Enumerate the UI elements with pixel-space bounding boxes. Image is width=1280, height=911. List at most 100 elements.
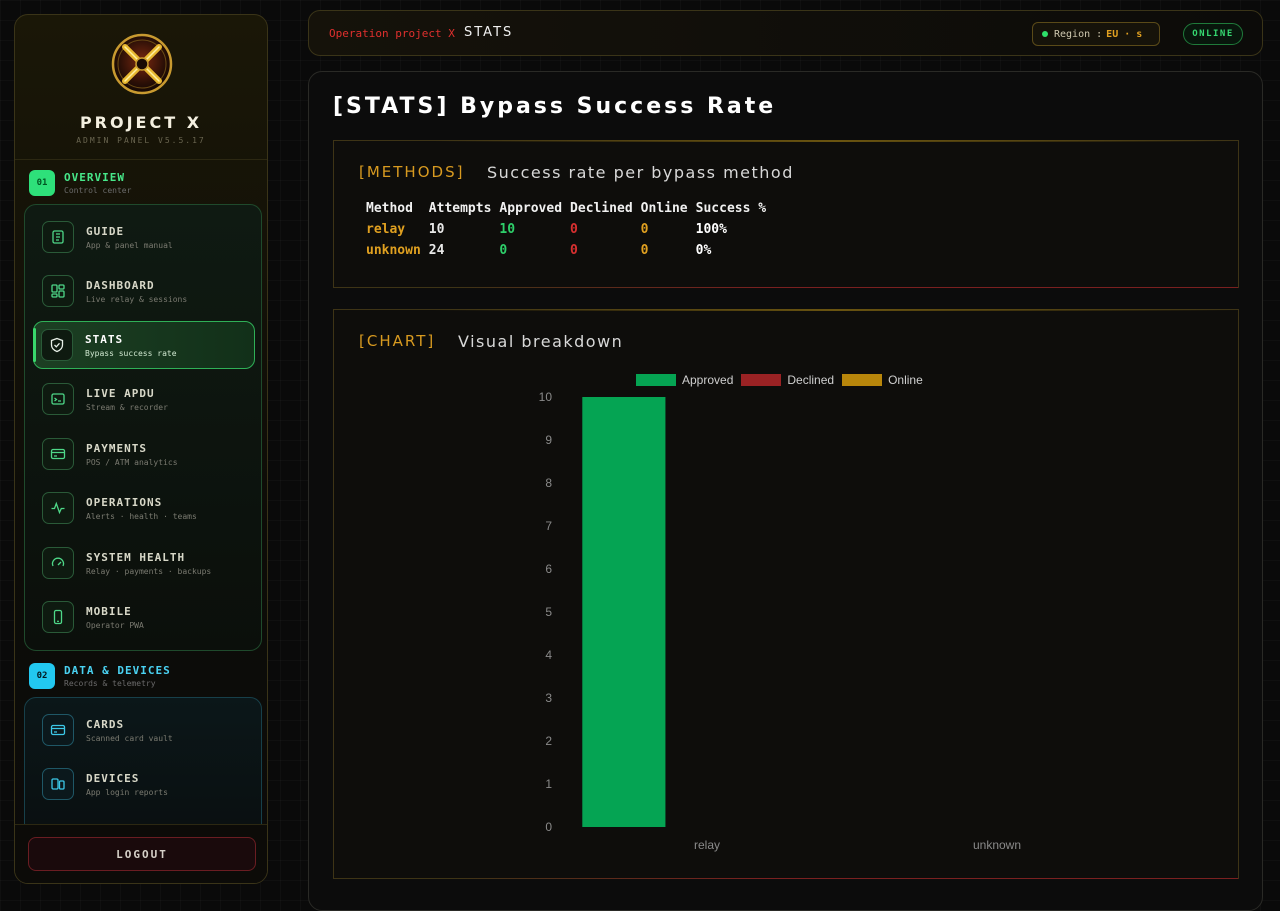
sidebar-item-sub: App & panel manual (86, 240, 173, 250)
panel-title: Success rate per bypass method (487, 163, 794, 182)
sidebar-item-sub: Stream & recorder (86, 402, 168, 412)
sidebar-item-sub: Scanned card vault (86, 733, 173, 743)
region-selector[interactable]: Region : EU · s (1032, 22, 1160, 46)
y-tick-label: 3 (545, 691, 552, 705)
attempts-cell: 24 (428, 243, 445, 258)
method-name: relay (366, 222, 406, 237)
card-icon (42, 714, 74, 746)
table-row: relay 10 10 0 0 100% (362, 219, 770, 240)
sidebar-item-sub: Bypass success rate (85, 348, 177, 358)
panel-tag: [METHODS] (359, 163, 465, 181)
y-tick-label: 1 (545, 777, 552, 791)
region-label: Region : (1054, 28, 1103, 40)
sidebar-item-mobile[interactable]: MOBILE Operator PWA (35, 593, 255, 641)
column-header: Online (640, 201, 688, 216)
logout-button[interactable]: LOGOUT (28, 837, 256, 871)
declined-cell: 0 (570, 243, 578, 258)
brand: PROJECT X ADMIN PANEL V5.5.17 (15, 15, 267, 160)
sidebar-item-label: SYSTEM HEALTH (86, 550, 186, 564)
sidebar-item-system-health[interactable]: SYSTEM HEALTH Relay · payments · backups (35, 539, 255, 587)
sidebar-item-sub: Live relay & sessions (86, 294, 188, 304)
page-title: [STATS] Bypass Success Rate (333, 94, 777, 119)
dashboard-icon (42, 275, 74, 307)
shield-icon (41, 329, 73, 361)
project-x-logo (111, 33, 173, 95)
breadcrumb-page: STATS (464, 25, 514, 40)
sidebar-item-sub: App login reports (86, 787, 168, 797)
main-content: [STATS] Bypass Success Rate [METHODS] Su… (308, 71, 1263, 911)
sidebar-item-cards[interactable]: CARDS Scanned card vault (35, 706, 255, 754)
gauge-icon (42, 547, 74, 579)
table-header-row: Method Attempts Approved Declined Online… (362, 199, 770, 219)
sidebar-item-payments[interactable]: PAYMENTS POS / ATM analytics (35, 430, 255, 478)
status-badge: ONLINE (1183, 23, 1243, 45)
online-cell: 0 (640, 243, 649, 258)
sidebar-item-dashboard[interactable]: DASHBOARD Live relay & sessions (35, 267, 255, 315)
sidebar-item-label: DEVICES (86, 771, 140, 785)
chart-panel: [CHART] Visual breakdown Approved Declin… (333, 309, 1239, 879)
section-badge: 02 (29, 663, 55, 689)
y-tick-label: 10 (539, 390, 553, 404)
declined-cell: 0 (570, 222, 578, 237)
y-tick-label: 6 (545, 562, 552, 576)
y-tick-label: 2 (545, 734, 552, 748)
attempts-cell: 10 (428, 222, 445, 237)
section-title: DATA & DEVICES (64, 664, 171, 677)
brand-version: ADMIN PANEL V5.5.17 (76, 136, 206, 145)
y-tick-label: 4 (545, 648, 552, 662)
methods-table: Method Attempts Approved Declined Online… (362, 199, 770, 261)
table-row: unknown 24 0 0 0 0% (362, 240, 770, 261)
column-header: Success % (695, 201, 767, 216)
sidebar-item-label: LIVE APDU (86, 386, 155, 400)
sidebar-item-label: STATS (85, 332, 124, 346)
sidebar-item-label: OPERATIONS (86, 495, 163, 509)
column-header: Method (366, 201, 413, 216)
success-cell: 100% (695, 222, 727, 237)
sidebar-item-live-apdu[interactable]: LIVE APDU Stream & recorder (35, 375, 255, 423)
sidebar-item-stats[interactable]: STATS Bypass success rate (33, 321, 255, 369)
column-header: Approved (499, 201, 563, 216)
x-tick-label: unknown (973, 838, 1021, 852)
sidebar-item-operations[interactable]: OPERATIONS Alerts · health · teams (35, 484, 255, 532)
top-bar: Operation project X STATS Region : EU · … (308, 10, 1263, 56)
sidebar-item-sub: Alerts · health · teams (86, 511, 197, 521)
sidebar-item-label: GUIDE (86, 224, 125, 238)
sidebar-item-sub: Operator PWA (86, 620, 144, 630)
y-tick-label: 7 (545, 519, 552, 533)
approved-cell: 10 (499, 222, 516, 237)
column-header: Attempts (428, 201, 492, 216)
section-subtitle: Records & telemetry (64, 679, 156, 688)
nav-group-overview: GUIDE App & panel manual DASHBOARD Live … (24, 204, 262, 651)
bar-chart: 0 1 2 3 4 5 6 7 8 9 10 relay unknown (539, 390, 1021, 852)
sidebar-item-label: CARDS (86, 717, 125, 731)
payment-card-icon (42, 438, 74, 470)
sidebar-item-sub: Relay · payments · backups (86, 566, 212, 576)
sidebar-item-label: DASHBOARD (86, 278, 155, 292)
sidebar: PROJECT X ADMIN PANEL V5.5.17 01 OVERVIE… (14, 14, 268, 884)
y-tick-label: 5 (545, 605, 552, 619)
methods-panel: [METHODS] Success rate per bypass method… (333, 140, 1239, 288)
sidebar-item-sub: POS / ATM analytics (86, 457, 178, 467)
success-cell: 0% (695, 243, 712, 258)
section-title: OVERVIEW (64, 171, 125, 184)
brand-name: PROJECT X (79, 113, 203, 132)
section-badge: 01 (29, 170, 55, 196)
sidebar-item-devices[interactable]: DEVICES App login reports (35, 760, 255, 808)
devices-icon (42, 768, 74, 800)
x-tick-label: relay (694, 838, 720, 852)
sidebar-item-label: PAYMENTS (86, 441, 147, 455)
sidebar-item-label: MOBILE (86, 604, 132, 618)
breadcrumb-operation[interactable]: Operation project X (329, 27, 455, 40)
column-header: Declined (570, 201, 633, 216)
book-icon (42, 221, 74, 253)
section-subtitle: Control center (64, 186, 132, 195)
method-name: unknown (366, 243, 421, 258)
pulse-icon (42, 492, 74, 524)
phone-icon (42, 601, 74, 633)
approved-cell: 0 (499, 243, 508, 258)
section-data-devices[interactable]: 02 DATA & DEVICES Records & telemetry (29, 663, 171, 689)
logout-area: LOGOUT (15, 824, 267, 883)
sidebar-item-guide[interactable]: GUIDE App & panel manual (35, 213, 255, 261)
section-overview[interactable]: 01 OVERVIEW Control center (29, 170, 131, 196)
y-tick-label: 0 (545, 820, 552, 834)
